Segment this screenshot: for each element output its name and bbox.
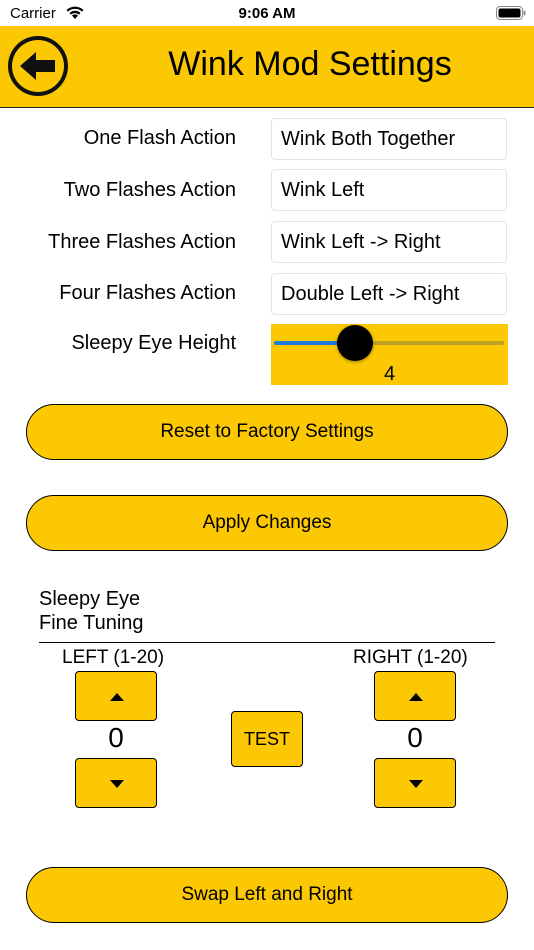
test-button[interactable]: TEST <box>231 711 303 767</box>
one-flash-label: One Flash Action <box>83 127 236 149</box>
right-decrement-button[interactable] <box>374 758 456 808</box>
four-flashes-action-field[interactable]: Double Left -> Right <box>271 273 507 315</box>
triangle-up-icon <box>110 693 124 701</box>
fine-tuning-title-line1: Sleepy Eye <box>39 588 141 610</box>
right-increment-button[interactable] <box>374 671 456 721</box>
triangle-down-icon <box>409 780 423 788</box>
two-flashes-action-field[interactable]: Wink Left <box>271 169 507 211</box>
apply-changes-button[interactable]: Apply Changes <box>26 495 508 551</box>
two-flashes-label: Two Flashes Action <box>63 179 236 201</box>
back-button[interactable] <box>8 36 68 96</box>
header-divider <box>0 107 534 108</box>
battery-icon <box>496 6 526 20</box>
fine-tuning-divider <box>39 642 495 643</box>
page-title: Wink Mod Settings <box>168 45 452 83</box>
left-increment-button[interactable] <box>75 671 157 721</box>
left-decrement-button[interactable] <box>75 758 157 808</box>
left-range-label: LEFT (1-20) <box>62 647 165 668</box>
four-flashes-label: Four Flashes Action <box>59 282 236 304</box>
sleepy-eye-height-label: Sleepy Eye Height <box>71 332 236 354</box>
left-value: 0 <box>108 722 124 753</box>
swap-left-right-button[interactable]: Swap Left and Right <box>26 867 508 923</box>
three-flashes-action-field[interactable]: Wink Left -> Right <box>271 221 507 263</box>
three-flashes-label: Three Flashes Action <box>48 231 236 253</box>
right-value: 0 <box>407 722 423 753</box>
triangle-down-icon <box>110 780 124 788</box>
fine-tuning-title: Sleepy Eye Fine Tuning <box>39 587 144 635</box>
triangle-up-icon <box>409 693 423 701</box>
right-range-label: RIGHT (1-20) <box>353 647 468 668</box>
back-arrow-icon <box>12 40 64 92</box>
one-flash-action-field[interactable]: Wink Both Together <box>271 118 507 160</box>
status-time: 9:06 AM <box>238 5 296 22</box>
fine-tuning-title-line2: Fine Tuning <box>39 612 144 634</box>
slider-thumb[interactable] <box>336 325 373 361</box>
sleepy-eye-height-value: 4 <box>383 363 396 385</box>
reset-factory-button[interactable]: Reset to Factory Settings <box>26 404 508 460</box>
